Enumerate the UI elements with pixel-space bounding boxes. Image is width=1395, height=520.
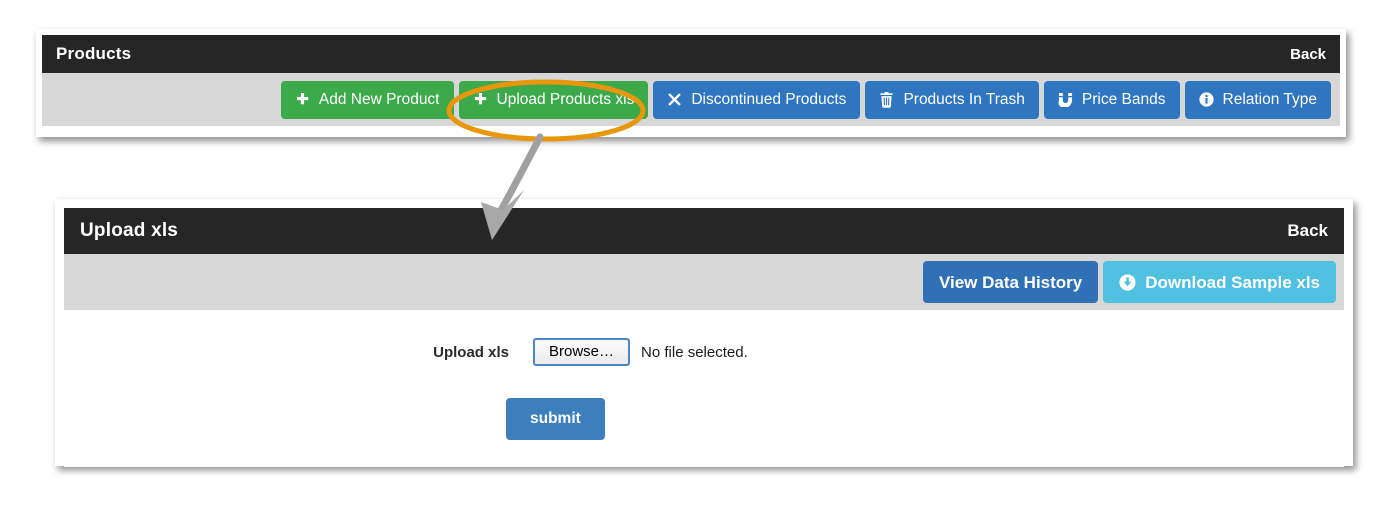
magnet-icon	[1058, 92, 1073, 107]
page-title: Products	[56, 44, 132, 63]
view-data-history-button[interactable]: View Data History	[922, 261, 1099, 303]
back-link-upload[interactable]: Back	[1287, 221, 1328, 241]
info-icon	[1198, 92, 1214, 107]
price-bands-button[interactable]: Price Bands	[1043, 80, 1180, 119]
screenshot-root: Products Back Add New Product Upload Pro…	[0, 0, 1395, 520]
upload-file-row: Upload xls Browse… No file selected.	[369, 338, 748, 367]
products-panel-header: Products Back	[42, 35, 1340, 73]
upload-toolbar: View Data History Download Sample xls	[64, 254, 1344, 310]
products-in-trash-label: Products In Trash	[903, 90, 1025, 108]
submit-row: submit	[506, 398, 605, 440]
upload-products-xls-label: Upload Products xls	[496, 90, 635, 108]
products-toolbar: Add New Product Upload Products xls Disc…	[42, 73, 1340, 126]
relation-type-label: Relation Type	[1222, 90, 1318, 108]
price-bands-label: Price Bands	[1081, 90, 1166, 108]
discontinued-products-label: Discontinued Products	[691, 90, 847, 108]
view-data-history-label: View Data History	[938, 272, 1083, 292]
discontinued-products-button[interactable]: Discontinued Products	[653, 80, 861, 119]
browse-button[interactable]: Browse…	[533, 338, 631, 367]
upload-form-body: Upload xls Browse… No file selected. sub…	[64, 310, 1344, 467]
upload-page-title: Upload xls	[80, 220, 179, 241]
download-sample-xls-label: Download Sample xls	[1145, 272, 1320, 292]
back-link-products[interactable]: Back	[1290, 46, 1326, 63]
relation-type-button[interactable]: Relation Type	[1184, 80, 1331, 119]
products-in-trash-button[interactable]: Products In Trash	[865, 80, 1039, 119]
file-status-text: No file selected.	[641, 343, 748, 361]
add-new-product-label: Add New Product	[318, 90, 440, 108]
upload-products-xls-button[interactable]: Upload Products xls	[458, 80, 649, 119]
upload-panel-header: Upload xls Back	[64, 208, 1344, 254]
download-sample-xls-button[interactable]: Download Sample xls	[1103, 261, 1336, 303]
plus-icon	[295, 92, 310, 107]
trash-icon	[879, 91, 894, 108]
add-new-product-button[interactable]: Add New Product	[280, 80, 454, 119]
submit-button[interactable]: submit	[506, 398, 605, 440]
upload-xls-panel: Upload xls Back View Data History Downlo…	[55, 199, 1353, 467]
products-panel: Products Back Add New Product Upload Pro…	[36, 29, 1346, 137]
upload-xls-label: Upload xls	[433, 343, 509, 361]
file-input-group: Browse… No file selected.	[533, 338, 748, 367]
plus-icon	[473, 92, 488, 107]
download-circle-icon	[1119, 273, 1136, 291]
times-icon	[667, 92, 682, 107]
